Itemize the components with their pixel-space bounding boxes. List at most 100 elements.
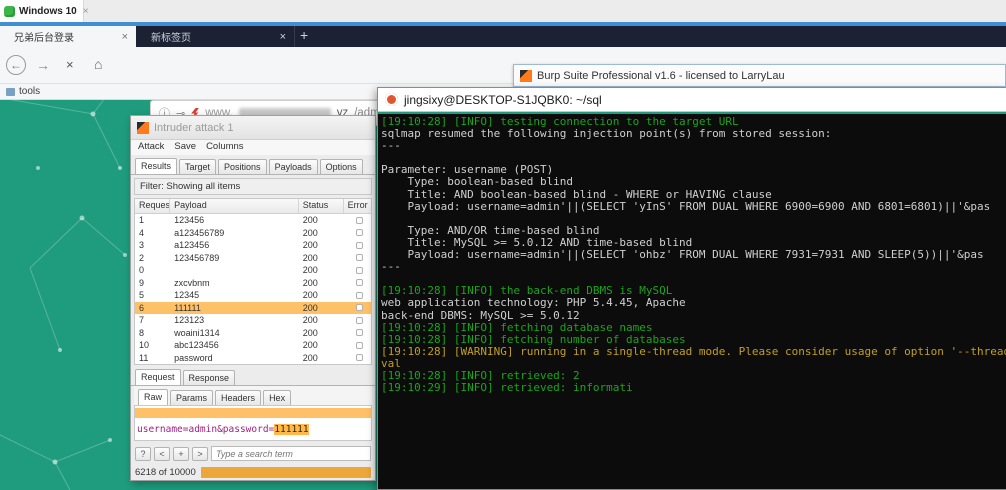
column-header-request[interactable]: Request <box>135 199 170 213</box>
burp-app-icon <box>520 70 532 82</box>
table-row[interactable]: 6 111111 200 <box>135 302 371 315</box>
menu-item[interactable]: Save <box>174 141 196 155</box>
terminal-output[interactable]: [19:10:28] [INFO] testing connection to … <box>378 114 1006 394</box>
intruder-tab[interactable]: Results <box>135 158 177 174</box>
terminal-line: Payload: username=admin'||(SELECT 'ohbz'… <box>381 249 1006 261</box>
error-checkbox[interactable] <box>356 217 363 224</box>
cell-status: 200 <box>299 265 344 275</box>
table-row[interactable]: 5 12345 200 <box>135 289 371 302</box>
terminal-line: [19:10:28] [INFO] fetching database name… <box>381 322 1006 334</box>
column-header-payload[interactable]: Payload <box>170 199 299 213</box>
column-header-error[interactable]: Error <box>344 199 371 213</box>
terminal-line: Type: boolean-based blind <box>381 176 1006 188</box>
intruder-tabs: ResultsTargetPositionsPayloadsOptions <box>131 155 375 175</box>
table-row[interactable]: 0 200 <box>135 264 371 277</box>
intruder-tab[interactable]: Positions <box>218 159 267 174</box>
vm-tab-close-icon[interactable]: × <box>83 6 89 17</box>
browser-tab-login[interactable]: 兄弟后台登录 × <box>0 26 136 47</box>
search-nav-button[interactable]: ? <box>135 447 151 461</box>
error-checkbox[interactable] <box>356 267 363 274</box>
cell-request: 1 <box>135 215 170 225</box>
cell-status: 200 <box>299 290 344 300</box>
error-checkbox[interactable] <box>356 342 363 349</box>
format-tab[interactable]: Raw <box>138 389 168 405</box>
message-viewer-tabs: RequestResponse <box>131 365 375 386</box>
intruder-title: Intruder attack 1 <box>154 122 234 134</box>
intruder-titlebar[interactable]: Intruder attack 1 <box>131 116 375 140</box>
table-row[interactable]: 4 a123456789 200 <box>135 227 371 240</box>
request-body-line: username=admin&password=111111 <box>137 424 371 435</box>
error-checkbox[interactable] <box>356 279 363 286</box>
column-header-status[interactable]: Status <box>299 199 344 213</box>
attack-progress-row: 6218 of 10000 <box>135 467 371 478</box>
table-row[interactable]: 10 abc123456 200 <box>135 339 371 352</box>
intruder-tab[interactable]: Options <box>320 159 363 174</box>
forward-icon[interactable]: → <box>36 57 50 73</box>
terminal-titlebar[interactable]: jingsixy@DESKTOP-S1JQBK0: ~/sql <box>378 88 1006 112</box>
intruder-tab[interactable]: Payloads <box>269 159 318 174</box>
payload-highlight: 111111 <box>274 424 308 435</box>
intruder-menubar: Attack Save Columns <box>131 140 375 155</box>
message-format-tabs: RawParamsHeadersHex <box>134 386 372 406</box>
cell-status: 200 <box>299 340 344 350</box>
terminal-line: [19:10:28] [WARNING] running in a single… <box>381 346 1006 358</box>
vm-console-bar: Windows 10 × <box>0 0 1006 22</box>
table-row[interactable]: 7 123123 200 <box>135 314 371 327</box>
request-raw-view[interactable]: username=admin&password=111111 <box>134 406 372 441</box>
table-row[interactable]: 2 123456789 200 <box>135 252 371 265</box>
progress-label: 6218 of 10000 <box>135 467 196 478</box>
cell-error <box>344 342 371 349</box>
cell-payload: 111111 <box>170 303 299 313</box>
table-row[interactable]: 3 a123456 200 <box>135 239 371 252</box>
viewer-search-bar: ?<+> <box>135 446 371 461</box>
search-input[interactable] <box>211 446 371 461</box>
bookmark-item-tools[interactable]: tools <box>19 86 40 97</box>
table-row[interactable]: 11 password 200 <box>135 352 371 365</box>
terminal-window: jingsixy@DESKTOP-S1JQBK0: ~/sql [19:10:2… <box>377 87 1006 490</box>
results-filter-bar[interactable]: Filter: Showing all items <box>134 178 372 195</box>
table-row[interactable]: 8 woaini1314 200 <box>135 327 371 340</box>
viewer-tab[interactable]: Request <box>135 369 181 385</box>
terminal-line: web application technology: PHP 5.4.45, … <box>381 297 1006 309</box>
menu-item[interactable]: Columns <box>206 141 244 155</box>
search-nav-button[interactable]: > <box>192 447 208 461</box>
cell-payload: zxcvbnm <box>170 278 299 288</box>
format-tab[interactable]: Hex <box>263 390 291 405</box>
cell-status: 200 <box>299 240 344 250</box>
error-checkbox[interactable] <box>356 254 363 261</box>
error-checkbox[interactable] <box>356 242 363 249</box>
table-row[interactable]: 9 zxcvbnm 200 <box>135 277 371 290</box>
error-checkbox[interactable] <box>356 329 363 336</box>
table-row[interactable]: 1 123456 200 <box>135 214 371 227</box>
back-icon[interactable]: ← <box>6 55 26 75</box>
menu-item[interactable]: Attack <box>138 141 164 155</box>
error-checkbox[interactable] <box>356 317 363 324</box>
error-checkbox[interactable] <box>356 229 363 236</box>
format-tab[interactable]: Params <box>170 390 213 405</box>
terminal-line: --- <box>381 140 1006 152</box>
search-buttons: ?<+> <box>135 447 208 461</box>
stop-icon[interactable]: × <box>66 57 74 72</box>
burp-main-window-titlebar[interactable]: Burp Suite Professional v1.6 - licensed … <box>513 64 1006 87</box>
cell-payload: a123456789 <box>170 228 299 238</box>
vm-tab-windows10[interactable]: Windows 10 × <box>0 0 84 22</box>
cell-status: 200 <box>299 215 344 225</box>
intruder-tab[interactable]: Target <box>179 159 216 174</box>
browser-tab-newtab[interactable]: 新标签页 × <box>137 26 295 47</box>
search-nav-button[interactable]: < <box>154 447 170 461</box>
cell-payload: a123456 <box>170 240 299 250</box>
tab-close-icon[interactable]: × <box>122 31 128 43</box>
cell-error <box>344 292 371 299</box>
cell-request: 6 <box>135 303 170 313</box>
tab-close-icon[interactable]: × <box>280 31 286 43</box>
error-checkbox[interactable] <box>356 292 363 299</box>
error-checkbox[interactable] <box>356 304 363 311</box>
search-nav-button[interactable]: + <box>173 447 189 461</box>
new-tab-icon[interactable]: + <box>300 27 308 43</box>
error-checkbox[interactable] <box>356 354 363 361</box>
viewer-tab[interactable]: Response <box>183 370 236 385</box>
home-icon[interactable]: ⌂ <box>94 56 102 72</box>
terminal-title: jingsixy@DESKTOP-S1JQBK0: ~/sql <box>404 93 602 107</box>
cell-payload: abc123456 <box>170 340 299 350</box>
format-tab[interactable]: Headers <box>215 390 261 405</box>
